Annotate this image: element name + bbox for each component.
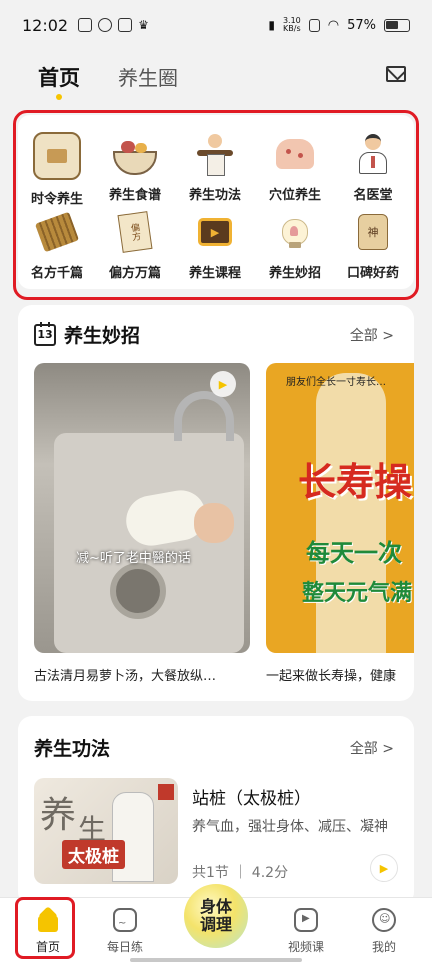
exercise-more-link[interactable]: 全部 > [350,738,394,758]
tips-section-header: 13 养生妙招 [34,321,140,348]
food-bowl-icon [113,132,157,176]
profile-icon: ☺ [372,908,396,932]
status-time: 12:02 [22,15,69,35]
tab-home[interactable]: 首页 [38,62,80,92]
home-icon [36,908,60,932]
category-item-recipes[interactable]: 养生食谱 [96,132,174,203]
body-care-label: 身体调理 [199,897,232,934]
tab-active-indicator [56,94,62,100]
body-care-button[interactable]: 身体调理 [184,884,248,948]
exercise-meta: 共1节 ｜ 4.2分 [192,865,289,881]
nav-home[interactable]: 首页 [13,908,83,955]
tips-card-2-sub-text-2: 整天元气满 [302,581,413,606]
category-item-exercise[interactable]: 养生功法 [176,132,254,203]
exercise-section-title: 养生功法 [34,738,111,760]
nav-video-course[interactable]: ▶ 视频课 [271,908,341,955]
category-item-folk-prescriptions[interactable]: 偏方 偏方万篇 [96,210,174,281]
vibrate-icon: ▮ [268,18,275,32]
top-nav: 首页 养生圈 [0,50,432,106]
calendar-day-icon: 13 [34,321,56,346]
medicine-jar-icon: 神 [351,210,395,254]
category-grid: 时令养生 养生食谱 养生功法 穴位养生 名医堂 名方千篇 偏方 偏方万篇 ▶ 养… [18,115,414,289]
mail-icon[interactable] [386,66,406,82]
nav-profile[interactable]: ☺ 我的 [349,908,419,955]
exercise-description: 养气血，强壮身体、减压、凝神 [192,819,388,835]
thumb-calligraphy-1: 养 [40,795,77,836]
hand [194,503,234,543]
scroll-icon [34,210,80,254]
play-icon[interactable]: ▶ [210,371,236,397]
tips-card-2-sub-text-1: 每天一次 [306,539,402,567]
thumb-banner: 太极桩 [62,840,125,869]
notification-icon [78,18,93,32]
battery-percent: 57% [347,17,376,33]
faucet [174,391,234,441]
tips-card-2-top-text: 朋友们全长一寸寿长… [286,377,386,388]
tips-card-2-thumbnail[interactable]: 朋友们全长一寸寿长… 长寿操 每天一次 整天元气满 [266,363,414,653]
category-item-acupoint[interactable]: 穴位养生 [256,132,334,203]
person-figure [316,373,386,653]
tips-card-2-caption[interactable]: 一起来做长寿操，健康 [266,665,414,684]
daily-practice-icon: ~ [113,908,137,932]
acupoint-icon [273,132,317,176]
tips-section-title: 养生妙招 [64,325,141,347]
tips-card-1-thumbnail[interactable]: ▶ 减~听了老中醫的话 [34,363,250,653]
tips-card-1-overlay: 减~听了老中醫的话 [76,551,191,566]
lightbulb-icon [273,210,317,254]
video-course-icon: ▶ [193,210,237,254]
tab-health-circle[interactable]: 养生圈 [118,62,178,91]
tips-more-link[interactable]: 全部 > [350,325,394,345]
battery-icon [384,18,410,32]
category-item-doctors[interactable]: 名医堂 [334,132,412,203]
prescription-icon: 偏方 [113,210,157,254]
status-bar: 12:02 ♛ ▮ 3.10 KB/s ◠ 57% [0,0,432,50]
seal-stamp [158,784,174,800]
tips-section: 13 养生妙招 全部 > ▶ 减~听了老中醫的话 古法清月易萝卜汤，大餐放纵… … [18,305,414,701]
exercise-title[interactable]: 站桩（太极桩） [192,784,311,809]
image-notification-icon [118,18,133,32]
video-icon: ▶ [294,908,318,932]
app-notification-icon [98,18,113,32]
system-home-indicator[interactable] [130,958,302,962]
tips-card-1-caption[interactable]: 古法清月易萝卜汤，大餐放纵… [34,665,250,684]
no-sim-icon [308,18,320,32]
exercise-thumbnail[interactable]: 养 生 太极桩 [34,778,178,884]
crown-icon: ♛ [138,18,149,32]
category-item-classic-prescriptions[interactable]: 名方千篇 [18,210,96,281]
sink-drain [110,563,166,619]
taichi-icon [193,132,237,176]
category-item-seasonal[interactable]: 时令养生 [18,132,96,207]
doctor-icon [351,132,395,176]
exercise-play-icon[interactable]: ▶ [370,854,398,882]
tips-card-2-big-text: 长寿操 [298,460,413,504]
net-speed: 3.10 KB/s [282,16,301,33]
category-item-courses[interactable]: ▶ 养生课程 [176,210,254,281]
category-item-tips[interactable]: 养生妙招 [256,210,334,281]
exercise-section: 养生功法 全部 > 养 生 太极桩 站桩（太极桩） 养气血，强壮身体、减压、凝神… [18,716,414,906]
category-item-medicines[interactable]: 神 口碑好药 [334,210,412,281]
wifi-icon: ◠ [327,17,340,33]
nav-daily-practice[interactable]: ~ 每日练 [90,908,160,955]
calendar-icon [33,132,81,180]
